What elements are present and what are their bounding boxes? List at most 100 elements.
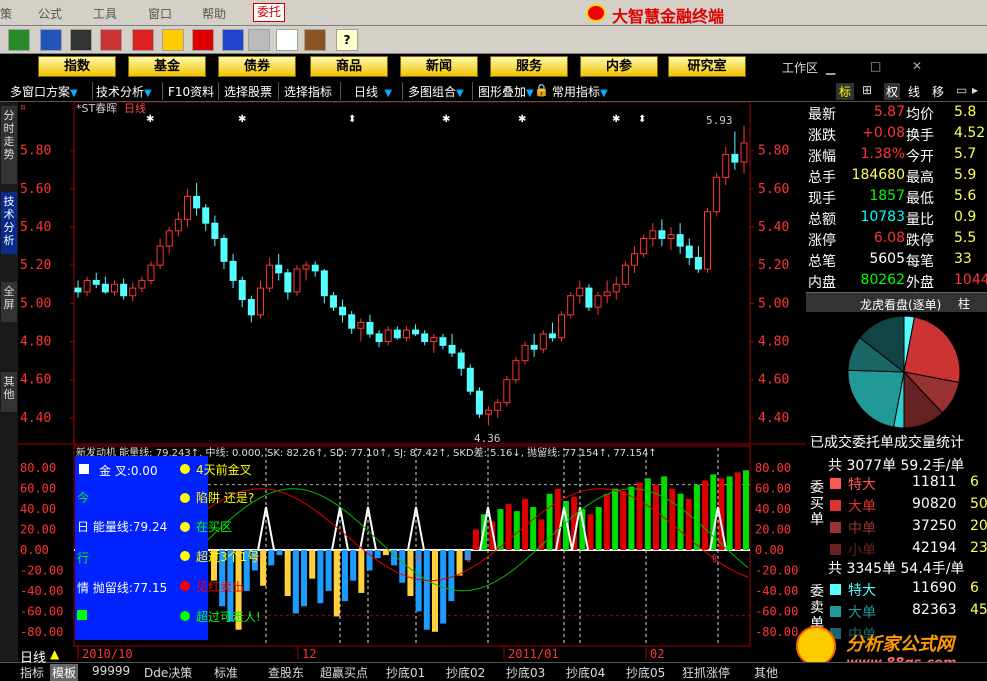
- nav-button-research[interactable]: 研究室: [668, 56, 746, 77]
- period-label: 日线: [124, 102, 146, 115]
- candle-body: [694, 257, 702, 270]
- candle-body: [485, 409, 493, 415]
- common-indicator-button[interactable]: 常用指标▼: [552, 83, 608, 100]
- chart-icon[interactable]: [40, 29, 62, 51]
- osc-tick-label: 80.00: [755, 461, 791, 475]
- order-volume: 82363: [912, 602, 957, 618]
- select-stock-button[interactable]: 选择股票: [224, 83, 272, 100]
- tech-analysis-button[interactable]: 技术分析▼: [96, 83, 152, 100]
- indicator-bar: [350, 550, 357, 581]
- candle-body: [475, 390, 483, 415]
- books-icon[interactable]: [304, 29, 326, 51]
- candle-body: [202, 207, 210, 224]
- signal-marker-icon: ✱: [612, 114, 620, 125]
- menu-item-window[interactable]: 窗口: [148, 5, 172, 22]
- window-icon[interactable]: [276, 29, 298, 51]
- watermark-name: 分析家公式网: [846, 634, 954, 655]
- nav-button-fund[interactable]: 基金: [128, 56, 206, 77]
- trend-icon[interactable]: [132, 29, 154, 51]
- period-button[interactable]: 日线 ▼: [354, 83, 392, 100]
- binoculars-icon[interactable]: [70, 29, 92, 51]
- tab-technical[interactable]: 技术分析: [1, 192, 17, 254]
- menu-item-strategy[interactable]: 策: [0, 5, 12, 22]
- nav-button-index[interactable]: 指数: [38, 56, 116, 77]
- select-indicator-button[interactable]: 选择指标: [284, 83, 332, 100]
- bottom-tab[interactable]: 模板: [50, 664, 79, 681]
- overlay-right-3: 超过3个1号: [196, 550, 260, 564]
- bottom-tab[interactable]: 超赢买点: [320, 664, 368, 681]
- bottom-tab[interactable]: 标准: [214, 664, 238, 681]
- settings-icon[interactable]: [222, 29, 244, 51]
- overlay-left-4: 情 抛留线:77.15: [77, 581, 168, 595]
- analysis-toolbar: 多窗口方案▼ 技术分析▼ F10资料 选择股票 选择指标 日线 ▼ 多图组合▼ …: [0, 80, 987, 102]
- lock-icon[interactable]: 🔒: [534, 83, 549, 97]
- bottom-tab[interactable]: 抄底03: [506, 664, 545, 681]
- record-icon[interactable]: [192, 29, 214, 51]
- menu-item-entrust[interactable]: 委托: [253, 3, 285, 22]
- nav-button-service[interactable]: 服务: [490, 56, 568, 77]
- quote-key: 均价: [906, 107, 934, 123]
- f10-button[interactable]: F10资料: [168, 83, 214, 100]
- candle-body: [658, 230, 666, 239]
- flag-icon[interactable]: [8, 29, 30, 51]
- minimize-icon[interactable]: ▁: [826, 61, 835, 75]
- candle-body: [165, 230, 173, 247]
- quote-value: 5.9: [954, 167, 977, 183]
- nav-button-insider[interactable]: 内参: [580, 56, 658, 77]
- tab-mark[interactable]: 标: [836, 83, 855, 100]
- menu-item-tools[interactable]: 工具: [93, 5, 117, 22]
- panel-icon[interactable]: ▭: [956, 83, 967, 97]
- bottom-tab[interactable]: Dde决策: [144, 664, 192, 681]
- multi-chart-button[interactable]: 多图组合▼: [408, 83, 464, 100]
- overlay-button[interactable]: 图形叠加▼: [478, 83, 534, 100]
- indicator-bar: [620, 490, 627, 550]
- bottom-tab[interactable]: 其他: [754, 664, 778, 681]
- quote-key: 总额: [808, 212, 836, 228]
- bottom-tab[interactable]: 抄底02: [446, 664, 485, 681]
- price-tick-label: 5.80: [20, 144, 51, 159]
- menu-item-help[interactable]: 帮助: [202, 5, 226, 22]
- osc-tick-label: -60.00: [755, 604, 798, 618]
- nav-button-commodity[interactable]: 商品: [310, 56, 388, 77]
- close-icon[interactable]: ✕: [912, 59, 922, 73]
- dropdown-arrow-icon: ▼: [526, 88, 534, 99]
- quote-key: 内盘: [808, 275, 836, 291]
- plus-icon[interactable]: ⊞: [862, 83, 872, 97]
- candle-body: [284, 272, 292, 293]
- candle-body: [238, 279, 246, 301]
- quote-value: 10441: [954, 272, 987, 288]
- bottom-tab[interactable]: 抄底05: [626, 664, 665, 681]
- tab-other[interactable]: 其他: [1, 372, 17, 412]
- order-percent: 6: [970, 580, 979, 596]
- candle-body: [713, 176, 721, 213]
- lhb-tab-bar[interactable]: 柱: [958, 295, 970, 312]
- tab-fullscreen[interactable]: 全屏: [1, 282, 17, 322]
- maximize-icon[interactable]: □: [870, 59, 881, 73]
- help-pointer-icon[interactable]: ?: [336, 29, 358, 51]
- bottom-tab[interactable]: 99999: [92, 664, 130, 681]
- menu-item-formula[interactable]: 公式: [38, 5, 62, 22]
- warning-icon[interactable]: [162, 29, 184, 51]
- candle-body: [558, 314, 566, 339]
- print-icon[interactable]: [248, 29, 270, 51]
- tab-line[interactable]: 线: [908, 83, 920, 100]
- bottom-tab[interactable]: 查股东: [268, 664, 304, 681]
- tab-move[interactable]: 移: [932, 83, 944, 100]
- triangle-up-icon[interactable]: ▲: [50, 647, 59, 664]
- quote-row: 最新 5.87 均价 5.8: [808, 104, 987, 125]
- indicator-bar: [333, 550, 340, 617]
- bottom-tab[interactable]: 抄底04: [566, 664, 605, 681]
- bottom-tab[interactable]: 抄底01: [386, 664, 425, 681]
- workzone-label[interactable]: 工作区: [782, 59, 818, 76]
- multi-window-button[interactable]: 多窗口方案▼: [10, 83, 78, 100]
- nav-button-bond[interactable]: 债券: [218, 56, 296, 77]
- candle-body: [457, 352, 465, 369]
- alarm-icon[interactable]: [100, 29, 122, 51]
- indicator-bar: [341, 550, 348, 602]
- nav-button-news[interactable]: 新闻: [400, 56, 478, 77]
- tab-intraday[interactable]: 分时走势: [1, 106, 17, 184]
- scroll-right-icon[interactable]: ▸: [972, 83, 978, 97]
- bottom-tab[interactable]: 狂抓涨停: [682, 664, 730, 681]
- bottom-tab[interactable]: 指标: [20, 664, 44, 681]
- tab-rights[interactable]: 权: [884, 83, 901, 100]
